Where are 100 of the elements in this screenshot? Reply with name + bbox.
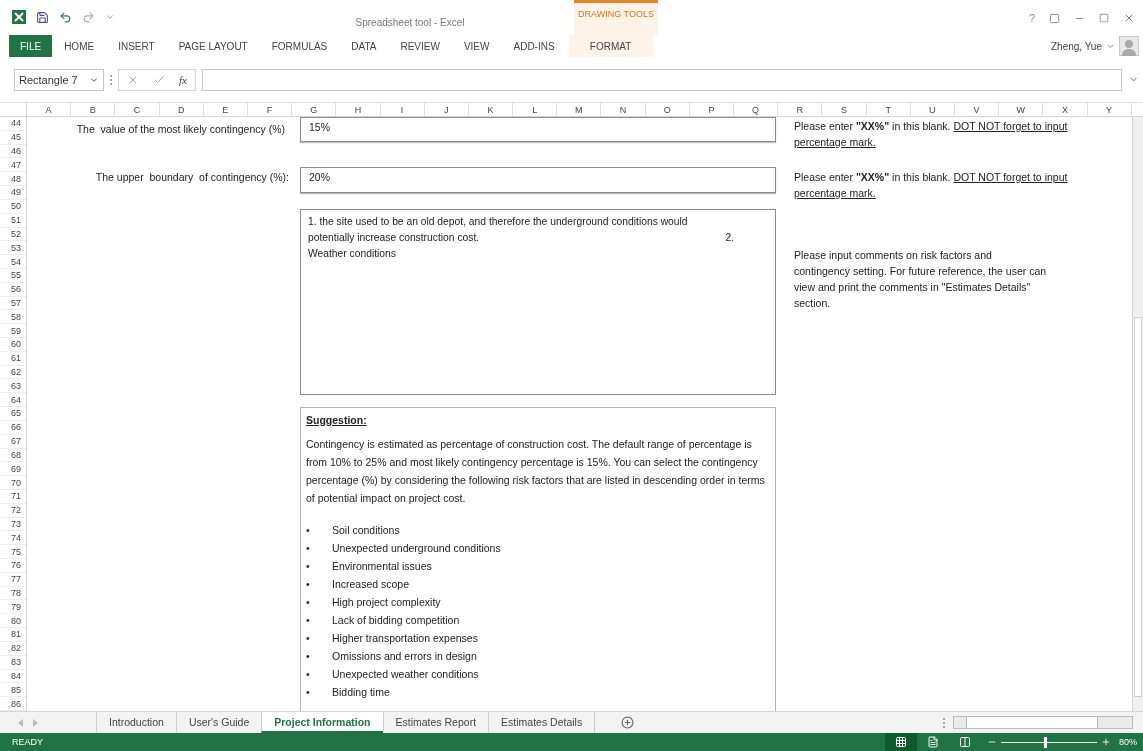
row-header[interactable]: 55 bbox=[0, 268, 26, 283]
ribbon-tab[interactable]: ADD-INS bbox=[501, 35, 567, 57]
user-name[interactable]: Zheng, Yue bbox=[1051, 40, 1102, 52]
column-header[interactable]: P bbox=[689, 103, 734, 116]
ribbon-display-icon[interactable] bbox=[1049, 12, 1060, 24]
row-header[interactable]: 53 bbox=[0, 241, 26, 256]
view-button[interactable] bbox=[885, 733, 917, 751]
column-header[interactable]: W bbox=[999, 103, 1044, 116]
column-header[interactable]: M bbox=[557, 103, 602, 116]
row-header[interactable]: 46 bbox=[0, 144, 26, 159]
row-header[interactable]: 57 bbox=[0, 296, 26, 311]
row-header[interactable]: 67 bbox=[0, 434, 26, 449]
formula-input[interactable] bbox=[201, 68, 1122, 91]
column-header[interactable]: K bbox=[468, 103, 514, 116]
input-field[interactable]: 15% bbox=[300, 117, 776, 142]
column-header[interactable]: U bbox=[910, 103, 955, 116]
column-header[interactable]: V bbox=[954, 103, 1000, 116]
ribbon-tab[interactable]: REVIEW bbox=[388, 35, 452, 57]
next-sheet-icon[interactable] bbox=[33, 718, 38, 727]
row-header[interactable]: 48 bbox=[0, 172, 26, 187]
row-header[interactable]: 49 bbox=[0, 186, 26, 200]
row-header[interactable]: 62 bbox=[0, 365, 26, 380]
column-header[interactable]: T bbox=[866, 103, 911, 116]
ribbon-tab[interactable]: FILE bbox=[9, 35, 53, 57]
row-header[interactable]: 76 bbox=[0, 559, 26, 573]
column-header[interactable]: L bbox=[513, 103, 558, 116]
row-header[interactable]: 74 bbox=[0, 531, 26, 546]
ribbon-tab[interactable]: VIEW bbox=[451, 35, 502, 57]
column-header[interactable]: R bbox=[778, 103, 823, 116]
ribbon-tab[interactable]: HOME bbox=[52, 35, 107, 57]
row-header[interactable]: 51 bbox=[0, 213, 26, 228]
redo-icon[interactable] bbox=[82, 10, 95, 24]
close-icon[interactable] bbox=[1123, 12, 1135, 24]
previous-sheet-icon[interactable] bbox=[18, 718, 23, 727]
row-header[interactable]: 82 bbox=[0, 641, 26, 656]
column-header[interactable]: Y bbox=[1087, 103, 1132, 116]
add-sheet-icon[interactable] bbox=[621, 716, 635, 729]
column-header[interactable]: B bbox=[71, 103, 116, 116]
row-header[interactable]: 78 bbox=[0, 586, 26, 601]
input-field[interactable]: 20% bbox=[300, 167, 776, 193]
help-button[interactable]: ? bbox=[1028, 12, 1035, 24]
row-header[interactable]: 60 bbox=[0, 338, 26, 352]
row-header[interactable]: 50 bbox=[0, 199, 26, 214]
column-header[interactable]: I bbox=[380, 103, 425, 116]
column-header[interactable]: A bbox=[27, 103, 72, 116]
column-header[interactable]: H bbox=[336, 103, 381, 116]
customize-icon[interactable] bbox=[105, 12, 115, 22]
row-header[interactable]: 66 bbox=[0, 420, 26, 435]
row-header[interactable]: 77 bbox=[0, 572, 26, 587]
row-header[interactable]: 52 bbox=[0, 227, 26, 242]
row-header[interactable]: 64 bbox=[0, 393, 26, 408]
save-icon[interactable] bbox=[36, 10, 49, 24]
name-box[interactable]: Rectangle 7 bbox=[14, 68, 104, 91]
row-header[interactable]: 68 bbox=[0, 448, 26, 463]
column-header[interactable]: D bbox=[159, 103, 204, 116]
column-header[interactable]: F bbox=[247, 103, 293, 116]
sheet-tab[interactable]: Project Information bbox=[261, 712, 383, 733]
row-header[interactable]: 58 bbox=[0, 310, 26, 325]
maximize-icon[interactable] bbox=[1099, 13, 1109, 23]
column-header[interactable]: J bbox=[424, 103, 469, 116]
row-header[interactable]: 86 bbox=[0, 697, 26, 711]
vertical-scrollbar[interactable] bbox=[1132, 117, 1143, 711]
column-header[interactable]: C bbox=[115, 103, 160, 116]
row-header[interactable]: 65 bbox=[0, 407, 26, 421]
row-header[interactable]: 61 bbox=[0, 351, 26, 366]
row-header[interactable]: 71 bbox=[0, 489, 26, 504]
row-header[interactable]: 79 bbox=[0, 600, 26, 615]
horizontal-scrollbar[interactable] bbox=[953, 716, 1133, 729]
undo-icon[interactable] bbox=[59, 10, 72, 24]
ribbon-tab[interactable]: PAGE LAYOUT bbox=[166, 35, 260, 57]
column-header[interactable]: N bbox=[601, 103, 646, 116]
column-header[interactable]: O bbox=[645, 103, 690, 116]
row-header[interactable]: 72 bbox=[0, 503, 26, 518]
ribbon-tab[interactable]: FORMULAS bbox=[259, 35, 340, 57]
row-header[interactable]: 85 bbox=[0, 683, 26, 698]
insert-function-button[interactable]: fx bbox=[179, 73, 187, 86]
row-header[interactable]: 54 bbox=[0, 255, 26, 269]
row-header[interactable]: 73 bbox=[0, 517, 26, 532]
row-header[interactable]: 81 bbox=[0, 628, 26, 642]
column-header[interactable]: Q bbox=[734, 103, 779, 116]
row-header[interactable]: 69 bbox=[0, 462, 26, 477]
ribbon-tab[interactable]: FORMAT bbox=[568, 35, 653, 57]
column-header[interactable]: G bbox=[292, 103, 337, 116]
row-header[interactable]: 59 bbox=[0, 324, 26, 338]
row-header[interactable]: 80 bbox=[0, 614, 26, 629]
ribbon-tab[interactable]: INSERT bbox=[106, 35, 167, 57]
zoom-in-icon[interactable] bbox=[1101, 737, 1111, 747]
row-header[interactable]: 44 bbox=[0, 117, 26, 131]
row-header[interactable]: 56 bbox=[0, 282, 26, 297]
column-header[interactable]: E bbox=[203, 103, 248, 116]
row-header[interactable]: 70 bbox=[0, 476, 26, 490]
row-header[interactable]: 45 bbox=[0, 130, 26, 145]
comment-box[interactable]: 1. the site used to be an old depot, and therefore the underground conditions would potentially increase construction cost. 2. Weather conditions bbox=[300, 209, 776, 395]
ribbon-tab[interactable]: DATA bbox=[339, 35, 389, 57]
row-header[interactable]: 63 bbox=[0, 379, 26, 394]
row-header[interactable]: 47 bbox=[0, 158, 26, 173]
column-header[interactable]: X bbox=[1043, 103, 1088, 116]
row-header[interactable]: 75 bbox=[0, 545, 26, 559]
zoom-thumb[interactable] bbox=[1044, 736, 1048, 748]
column-header[interactable]: S bbox=[822, 103, 867, 116]
